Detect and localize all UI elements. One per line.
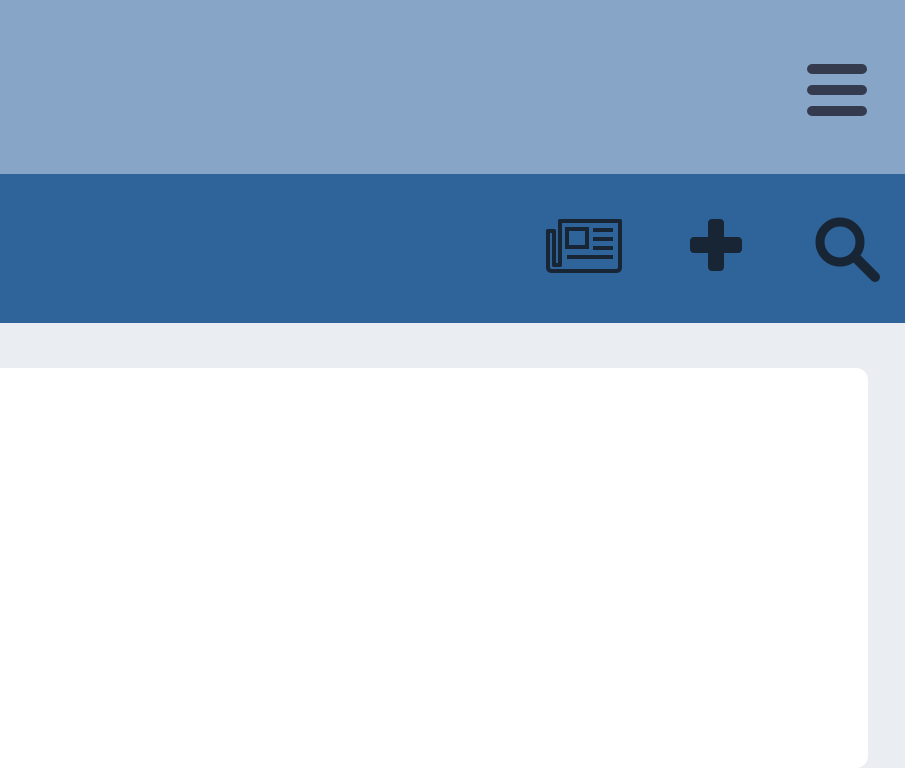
plus-icon: [690, 219, 742, 271]
newspaper-icon: [546, 219, 622, 273]
news-button[interactable]: [542, 214, 626, 276]
search-button[interactable]: [812, 214, 884, 286]
add-button[interactable]: [684, 214, 748, 276]
search-icon: [815, 217, 880, 282]
content-card: [0, 368, 868, 768]
top-header-bar: [0, 0, 905, 174]
hamburger-menu-icon: [807, 64, 867, 116]
menu-button[interactable]: [804, 62, 870, 118]
navigation-bar: [0, 174, 905, 323]
